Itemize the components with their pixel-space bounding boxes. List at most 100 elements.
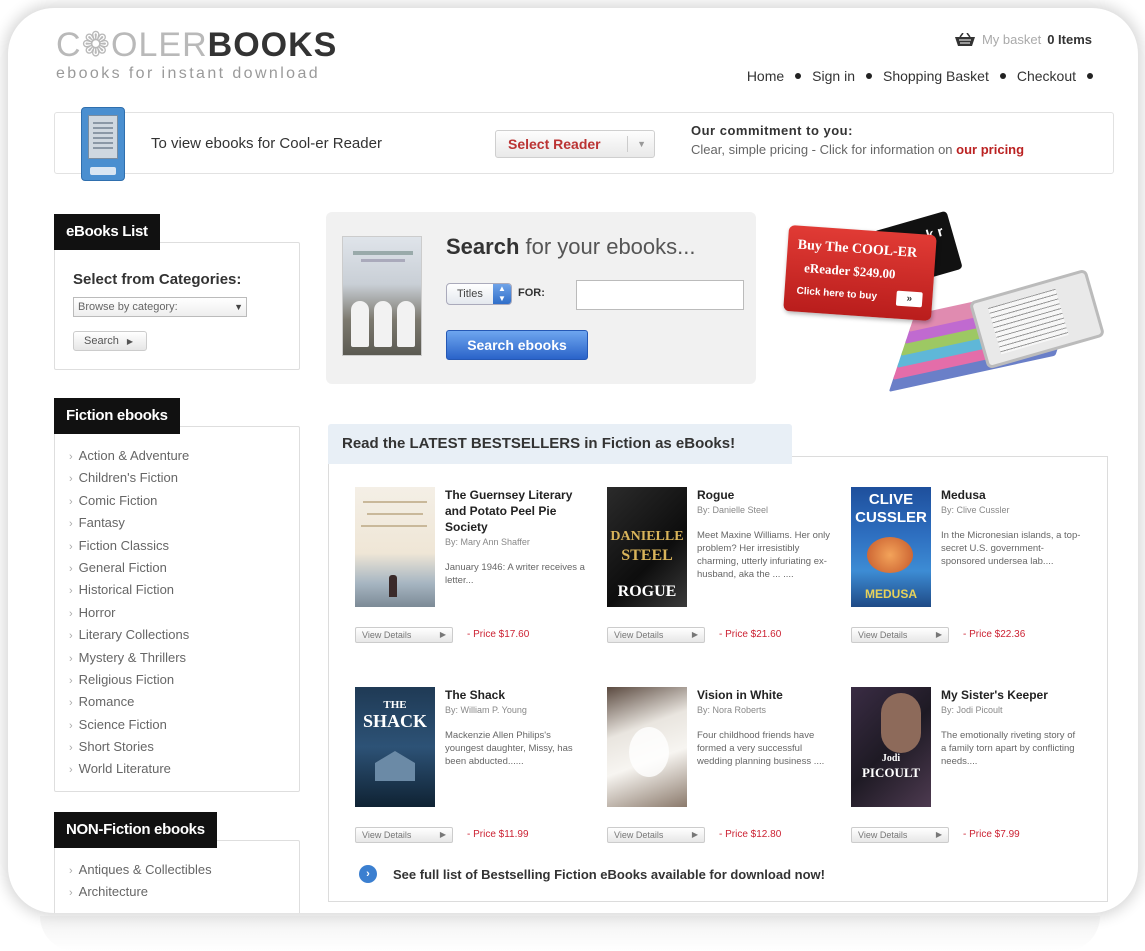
category-link[interactable]: › Historical Fiction (69, 579, 189, 601)
double-chevron-right-icon: » (895, 290, 923, 308)
category-link[interactable]: › Antiques & Collectibles (69, 859, 212, 881)
book-card: Jodi PICOULT My Sister's Keeper By: Jodi… (851, 687, 1091, 867)
book-description: In the Micronesian islands, a top-secret… (941, 530, 1081, 567)
select-separator (627, 136, 628, 152)
cover-script-line (367, 513, 423, 515)
book-cover-vision[interactable] (607, 687, 687, 807)
reader-bar-text: To view ebooks for Cool-er Reader (151, 135, 382, 152)
view-details-button[interactable]: View Details ▶ (355, 627, 453, 643)
cover-text: SHACK (362, 711, 427, 731)
category-link[interactable]: › World Literature (69, 758, 189, 780)
chevron-right-icon: ▶ (439, 630, 446, 639)
category-link[interactable]: › Horror (69, 602, 189, 624)
nav-bullet (865, 73, 872, 79)
category-select-value: Browse by category: (78, 301, 178, 313)
category-link[interactable]: › Fantasy (69, 512, 189, 534)
site-logo[interactable]: C❁OLERBOOKS ebooks for instant download (56, 28, 337, 83)
commitment-block: Our commitment to you: Clear, simple pri… (691, 123, 1024, 157)
nav-home[interactable]: Home (747, 68, 784, 84)
book-price: - Price $12.80 (719, 829, 782, 840)
cover-flower (629, 727, 669, 777)
chevron-right-icon: › (69, 607, 73, 620)
book-title[interactable]: The Shack (445, 687, 585, 703)
book-title[interactable]: My Sister's Keeper (941, 687, 1081, 703)
chevron-right-icon: ▶ (935, 830, 942, 839)
cover-text: CUSSLER (855, 509, 927, 526)
logo-wordmark: C❁OLERBOOKS (56, 28, 337, 62)
nav-sign-in[interactable]: Sign in (812, 68, 855, 84)
book-price: - Price $22.36 (963, 629, 1026, 640)
category-link[interactable]: › Romance (69, 691, 189, 713)
buy-reader-button[interactable]: Buy The COOL-ER eReader $249.00 Click he… (783, 224, 937, 322)
page-frame: C❁OLERBOOKS ebooks for instant download … (8, 8, 1138, 913)
view-details-button[interactable]: View Details ▶ (607, 827, 705, 843)
category-label: Fantasy (78, 515, 125, 531)
search-panel: Search for your ebooks... Titles ▲ ▼ FOR:… (326, 212, 756, 384)
book-card: The Guernsey Literary and Potato Peel Pi… (355, 487, 595, 667)
ereader-buttons (90, 167, 116, 175)
cover-text: ROGUE (617, 583, 677, 600)
book-title[interactable]: Medusa (941, 487, 1081, 503)
category-label: Children's Fiction (78, 470, 178, 486)
chevron-right-icon: › (69, 742, 73, 755)
book-cover-keeper[interactable]: Jodi PICOULT (851, 687, 931, 807)
book-title[interactable]: Rogue (697, 487, 837, 503)
category-search-label: Search (84, 335, 119, 347)
search-heading: Search for your ebooks... (446, 234, 696, 260)
cover-text: CLIVE (868, 491, 914, 508)
see-full-list-link[interactable]: › See full list of Bestselling Fiction e… (359, 865, 825, 883)
category-select[interactable]: Browse by category: ▼ (73, 297, 247, 317)
logo-tagline: ebooks for instant download (56, 65, 321, 82)
book-cover-shack[interactable]: THE SHACK (355, 687, 435, 807)
book-cover-rogue[interactable]: DANIELLE STEEL ROGUE (607, 487, 687, 607)
book-cover-guernsey[interactable] (355, 487, 435, 607)
nav-bullet (999, 73, 1006, 79)
book-cover-medusa[interactable]: CLIVE CUSSLER MEDUSA (851, 487, 931, 607)
cover-portrait (881, 693, 921, 753)
basket-summary[interactable]: My basket 0 Items (954, 32, 1092, 47)
chevron-right-icon: › (69, 719, 73, 732)
thumb-figure (374, 301, 392, 347)
cover-shack-shape (375, 751, 415, 781)
category-link[interactable]: › Architecture (69, 881, 212, 903)
search-input[interactable] (576, 280, 744, 310)
category-label: Historical Fiction (78, 582, 175, 598)
search-heading-bold: Search (446, 234, 520, 259)
view-details-label: View Details (858, 630, 908, 640)
book-title[interactable]: The Guernsey Literary and Potato Peel Pi… (445, 487, 585, 535)
pricing-link[interactable]: our pricing (956, 142, 1024, 157)
view-details-button[interactable]: View Details ▶ (355, 827, 453, 843)
book-card: DANIELLE STEEL ROGUE Rogue By: Danielle … (607, 487, 847, 667)
search-type-select[interactable]: Titles ▲ ▼ (446, 283, 512, 305)
category-link[interactable]: › General Fiction (69, 557, 189, 579)
category-link[interactable]: › Literary Collections (69, 624, 189, 646)
select-reader-dropdown[interactable]: Select Reader ▼ (495, 130, 655, 158)
nav-checkout[interactable]: Checkout (1017, 68, 1076, 84)
view-details-button[interactable]: View Details ▶ (607, 627, 705, 643)
buy-reader-promo[interactable]: k r Buy The COOL-ER eReader $249.00 Clic… (780, 210, 1110, 394)
view-details-button[interactable]: View Details ▶ (851, 627, 949, 643)
chevron-right-icon: ▶ (691, 630, 698, 639)
basket-label: My basket (981, 32, 1042, 47)
view-details-button[interactable]: View Details ▶ (851, 827, 949, 843)
category-label: Horror (78, 604, 116, 620)
category-link[interactable]: › Mystery & Thrillers (69, 647, 189, 669)
category-search-button[interactable]: Search ▶ (73, 331, 147, 351)
book-author: By: William P. Young (445, 705, 527, 715)
cover-script-line (363, 501, 427, 503)
category-link[interactable]: › Science Fiction (69, 714, 189, 736)
category-link[interactable]: › Children's Fiction (69, 467, 189, 489)
book-title[interactable]: Vision in White (697, 687, 837, 703)
category-link[interactable]: › Religious Fiction (69, 669, 189, 691)
category-link[interactable]: › Action & Adventure (69, 445, 189, 467)
category-link[interactable]: › Short Stories (69, 736, 189, 758)
nav-shopping-basket[interactable]: Shopping Basket (883, 68, 989, 84)
category-link[interactable]: › Comic Fiction (69, 490, 189, 512)
book-description: January 1946: A writer receives a letter… (445, 562, 585, 586)
search-ebooks-button[interactable]: Search ebooks (446, 330, 588, 360)
nav-bullet (1087, 73, 1093, 79)
chevron-right-icon: › (69, 630, 73, 643)
category-link[interactable]: › Fiction Classics (69, 535, 189, 557)
category-label: Action & Adventure (78, 448, 190, 463)
nonfiction-category-list: › Antiques & Collectibles › Architecture (69, 859, 212, 904)
